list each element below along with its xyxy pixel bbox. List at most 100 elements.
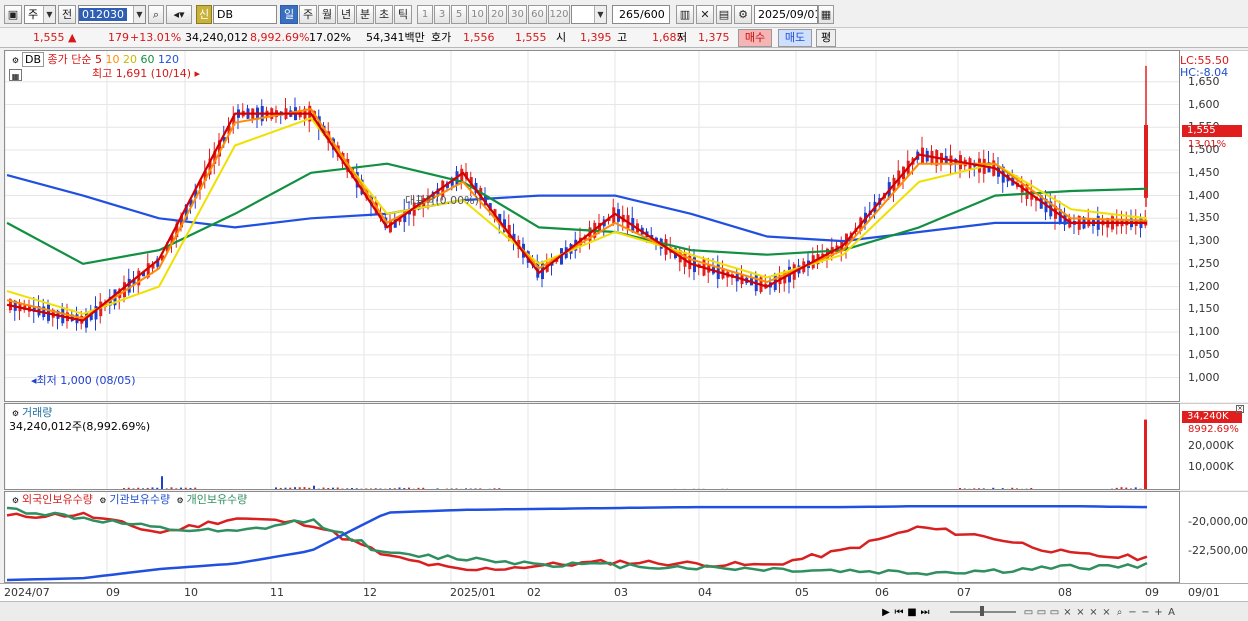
stock-name-field[interactable]: DB xyxy=(213,5,277,24)
volume-bar xyxy=(146,487,149,489)
holdings-panel[interactable]: ⚙ 외국인보유수량 ⚙ 기관보유수량 ⚙ 개인보유수량 xyxy=(4,491,1180,583)
minute-button[interactable]: 60 xyxy=(528,5,547,24)
stop-icon[interactable]: ■ xyxy=(906,606,919,619)
minute-button[interactable]: 10 xyxy=(468,5,487,24)
volume-bar xyxy=(484,489,486,490)
scroll-bar[interactable]: ▶ ⏮ ■ ⏭ ▭ ▭ ▭ ⨯ ⨯ ⨯ ⨯ ⌕ − − + A xyxy=(0,601,1248,621)
font-icon[interactable]: A xyxy=(1165,606,1178,619)
draw-icon[interactable]: ⨯ xyxy=(1087,606,1100,619)
mode-select[interactable]: 주 ▼ xyxy=(24,5,56,24)
settings-icon[interactable]: ⚙ xyxy=(9,494,22,507)
volume-bar xyxy=(1102,489,1104,490)
minus-icon[interactable]: − xyxy=(1126,606,1139,619)
volume-bar xyxy=(987,488,990,489)
minute-button[interactable]: 30 xyxy=(508,5,527,24)
volume-bar xyxy=(1030,487,1033,489)
settings-icon[interactable]: ⚙ xyxy=(9,407,22,420)
volume-bar xyxy=(650,489,652,490)
save-icon[interactable]: ▤ xyxy=(716,5,732,24)
calendar-icon[interactable]: ▦ xyxy=(818,5,834,24)
volume-axis: 34,240K 8992.69% 20,000K 10,000K × xyxy=(1180,403,1248,490)
eval-button[interactable]: 평 xyxy=(816,29,836,47)
volume-bar xyxy=(764,489,766,490)
volume-title-text: 거래량 xyxy=(22,406,53,419)
volume-bar xyxy=(817,489,819,490)
volume-bar xyxy=(717,489,719,490)
volume-bar xyxy=(1020,488,1023,489)
volume-bar xyxy=(441,489,443,490)
hc-label: HC:-8.04 xyxy=(1180,66,1229,79)
draw-icon[interactable]: ⨯ xyxy=(1100,606,1113,619)
price-axis: 1,6501,6001,5501,5001,4501,4001,3501,300… xyxy=(1180,50,1248,402)
settings-icon[interactable]: ⚙ xyxy=(9,54,22,67)
volume-bar xyxy=(1025,488,1028,489)
volume-bar xyxy=(203,488,206,489)
minute-button[interactable]: 1 xyxy=(417,5,433,24)
volume-bar xyxy=(156,487,159,489)
buy-button[interactable]: 매수 xyxy=(738,29,772,47)
open-value: 1,395 xyxy=(580,31,612,44)
volume-bar xyxy=(479,488,482,489)
credit-badge: 신 xyxy=(196,5,212,24)
x-axis-label: 02 xyxy=(527,586,541,599)
close-icon[interactable]: × xyxy=(1236,405,1244,413)
crosshair-icon[interactable]: ✕ xyxy=(696,5,714,24)
price-ytick: 1,400 xyxy=(1188,188,1220,202)
foreign-holding-label: 외국인보유수량 xyxy=(22,493,93,506)
compare-icon[interactable]: ▭ xyxy=(1035,606,1048,619)
interval-input[interactable]: ▼ xyxy=(571,5,607,24)
period-button[interactable]: 틱 xyxy=(394,5,412,24)
volume-bar xyxy=(374,488,377,489)
first-icon[interactable]: ⏮ xyxy=(893,606,906,619)
last-price-tag: 1,555 xyxy=(1182,125,1242,137)
zoom-icon[interactable]: ⌕ xyxy=(1113,606,1126,619)
period-button[interactable]: 월 xyxy=(318,5,336,24)
compare-icon[interactable]: ▭ xyxy=(1022,606,1035,619)
volume-bar xyxy=(57,489,59,490)
minute-button[interactable]: 5 xyxy=(451,5,467,24)
minus-icon[interactable]: − xyxy=(1139,606,1152,619)
mode-label: 주 xyxy=(28,8,39,21)
volume-bar xyxy=(379,488,382,489)
minute-button[interactable]: 120 xyxy=(548,5,570,24)
volume-bar xyxy=(1139,488,1142,489)
volume-bar xyxy=(228,489,230,490)
window-icon[interactable]: ▣ xyxy=(4,5,22,24)
search-icon[interactable]: ⌕ xyxy=(148,5,164,24)
period-button[interactable]: 분 xyxy=(356,5,374,24)
stock-tag: DB xyxy=(22,52,45,67)
volume-panel[interactable]: ⚙ 거래량 34,240,012주(8,992.69%) xyxy=(4,403,1180,490)
candle-icon[interactable]: ▥ xyxy=(676,5,694,24)
play-icon[interactable]: ▶ xyxy=(880,606,893,619)
volume-bar xyxy=(845,489,847,490)
price-panel[interactable]: ⚙ DB 종가 단순 5 10 20 60 120 ▦ 최고 1,691 (10/… xyxy=(4,50,1180,402)
count-field[interactable]: 265/600 xyxy=(612,5,670,24)
x-axis-label: 07 xyxy=(957,586,971,599)
date-field[interactable]: 2025/09/01 xyxy=(754,5,818,24)
volume-bar xyxy=(840,489,842,490)
code-input[interactable]: 012030 ▼ xyxy=(78,5,146,24)
zoom-handle[interactable] xyxy=(980,606,984,616)
compare-icon[interactable]: ▭ xyxy=(1048,606,1061,619)
minute-button[interactable]: 3 xyxy=(434,5,450,24)
plus-icon[interactable]: + xyxy=(1152,606,1165,619)
table-icon[interactable]: ▦ xyxy=(9,69,22,81)
prev-button[interactable]: 전 xyxy=(58,5,76,24)
volume-bar xyxy=(132,488,135,489)
period-button[interactable]: 초 xyxy=(375,5,393,24)
gear-icon[interactable]: ⚙ xyxy=(734,5,752,24)
last-icon[interactable]: ⏭ xyxy=(919,606,932,619)
settings-icon[interactable]: ⚙ xyxy=(96,494,109,507)
sound-icon[interactable]: ◂▾ xyxy=(166,5,192,24)
sell-button[interactable]: 매도 xyxy=(778,29,812,47)
draw-icon[interactable]: ⨯ xyxy=(1061,606,1074,619)
period-button[interactable]: 년 xyxy=(337,5,355,24)
period-button[interactable]: 일 xyxy=(280,5,298,24)
period-button[interactable]: 주 xyxy=(299,5,317,24)
x-axis-label: 09 xyxy=(106,586,120,599)
volume-bar xyxy=(1083,489,1085,490)
tool-icons: ▭ ▭ ▭ ⨯ ⨯ ⨯ ⨯ ⌕ − − + A xyxy=(1022,605,1178,619)
minute-button[interactable]: 20 xyxy=(488,5,507,24)
settings-icon[interactable]: ⚙ xyxy=(174,494,187,507)
draw-icon[interactable]: ⨯ xyxy=(1074,606,1087,619)
